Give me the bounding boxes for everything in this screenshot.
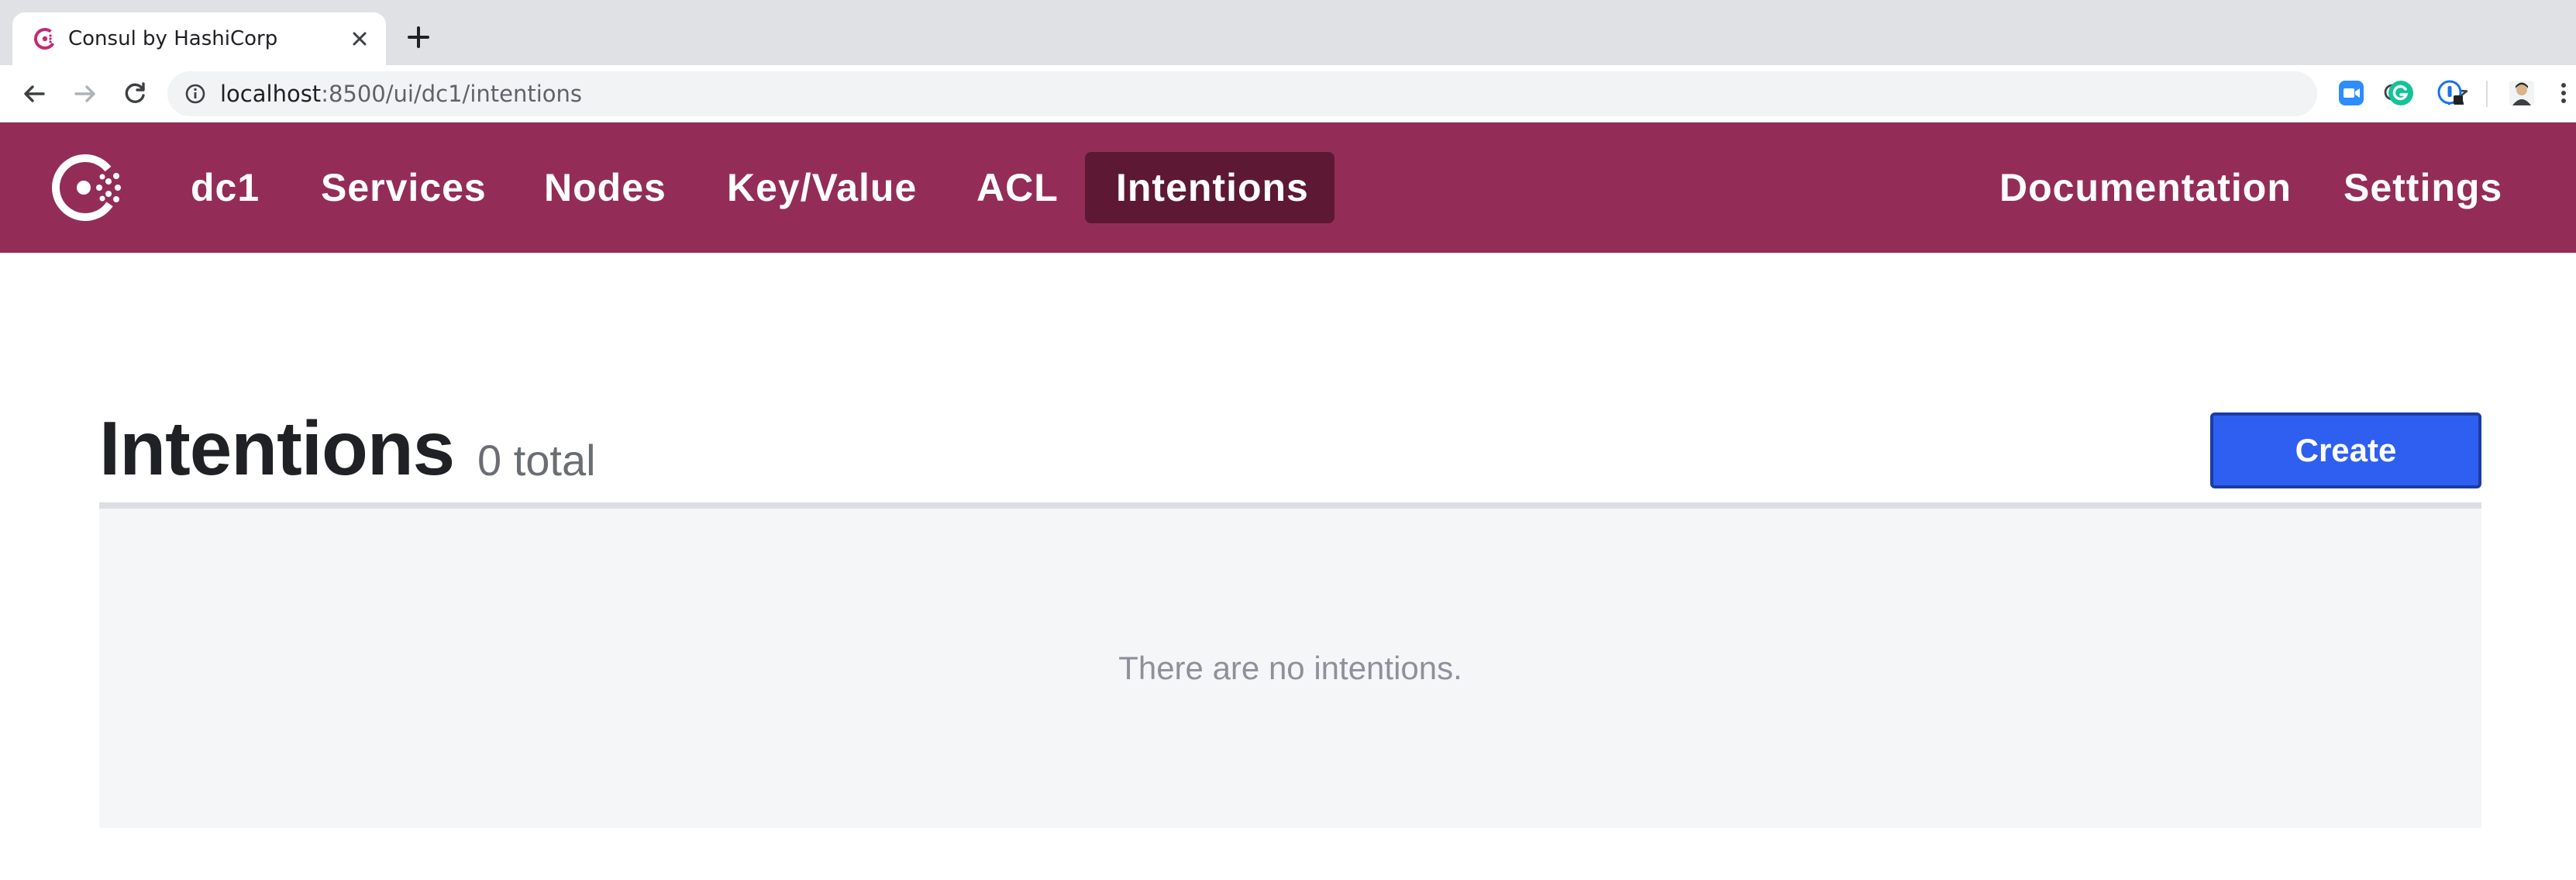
nav-intentions[interactable]: Intentions xyxy=(1085,152,1334,223)
back-icon[interactable] xyxy=(20,80,48,108)
zoom-meetings-icon[interactable] xyxy=(2337,79,2365,107)
nav-datacenter-dc1[interactable]: dc1 xyxy=(160,152,291,223)
empty-state-panel: There are no intentions. xyxy=(99,509,2481,828)
grammarly-icon[interactable] xyxy=(2387,79,2415,107)
nav-acl[interactable]: ACL xyxy=(945,152,1090,223)
toolbar-separator xyxy=(2486,81,2488,107)
browser-toolbar: localhost:8500/ui/dc1/intentions xyxy=(0,65,2576,123)
reload-icon[interactable] xyxy=(121,80,149,108)
more-icon[interactable] xyxy=(2556,79,2571,107)
nav-nodes[interactable]: Nodes xyxy=(513,152,697,223)
plus-icon[interactable] xyxy=(403,22,434,53)
create-button[interactable]: Create xyxy=(2210,412,2481,488)
profile-avatar-icon[interactable] xyxy=(2508,79,2536,107)
title-divider xyxy=(99,502,2481,509)
app-header: dc1 Services Nodes Key/Value ACL Intenti… xyxy=(0,123,2576,253)
forward-icon[interactable] xyxy=(71,80,99,108)
password-manager-icon[interactable] xyxy=(2437,79,2464,107)
url-host: localhost xyxy=(220,81,322,107)
empty-state-message: There are no intentions. xyxy=(1118,650,1462,686)
nav-settings[interactable]: Settings xyxy=(2313,152,2533,223)
tab-title: Consul by HashiCorp xyxy=(68,27,278,50)
address-bar[interactable]: localhost:8500/ui/dc1/intentions xyxy=(167,71,2468,116)
nav-services[interactable]: Services xyxy=(290,152,518,223)
browser-tab-bar: Consul by HashiCorp xyxy=(0,0,2576,65)
total-count: 0 total xyxy=(477,436,596,485)
nav-key-value[interactable]: Key/Value xyxy=(696,152,948,223)
close-icon[interactable] xyxy=(349,28,370,50)
browser-tab[interactable]: Consul by HashiCorp xyxy=(12,12,386,65)
url-text[interactable]: localhost:8500/ui/dc1/intentions xyxy=(220,80,582,108)
consul-favicon xyxy=(34,28,56,50)
consul-logo-icon[interactable] xyxy=(48,148,127,227)
nav-documentation[interactable]: Documentation xyxy=(1968,152,2323,223)
info-icon[interactable] xyxy=(184,83,206,105)
page-title: Intentions xyxy=(99,405,455,491)
url-path: :8500/ui/dc1/intentions xyxy=(321,81,583,107)
